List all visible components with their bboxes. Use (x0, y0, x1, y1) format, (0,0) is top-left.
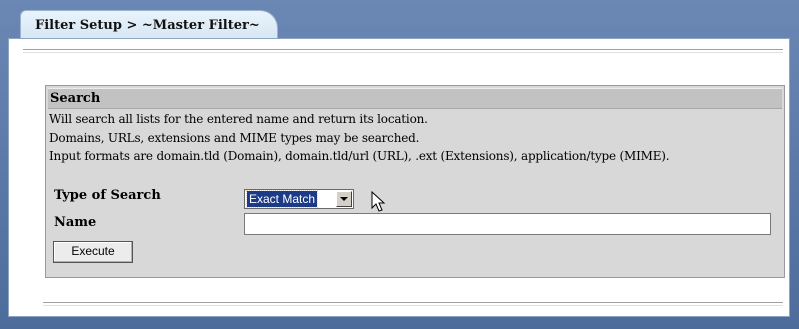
search-title: Search (50, 91, 101, 106)
search-description-line-2: Domains, URLs, extensions and MIME types… (49, 131, 420, 145)
search-header: Search (48, 88, 782, 109)
name-label: Name (54, 215, 97, 230)
execute-button[interactable]: Execute (53, 241, 133, 263)
mouse-pointer-icon (371, 191, 386, 212)
divider-top (23, 49, 783, 53)
chevron-down-icon[interactable] (336, 191, 352, 207)
search-section: Search Will search all lists for the ent… (45, 85, 785, 278)
search-description-line-1: Will search all lists for the entered na… (49, 112, 428, 126)
type-of-search-value: Exact Match (245, 190, 319, 208)
tab-filter-setup[interactable]: Filter Setup > ~Master Filter~ (20, 10, 278, 40)
search-description-line-3: Input formats are domain.tld (Domain), d… (49, 149, 670, 163)
divider-bottom (43, 302, 783, 306)
tab-label: Filter Setup > ~Master Filter~ (35, 18, 260, 33)
content-panel: Search Will search all lists for the ent… (8, 38, 790, 317)
type-of-search-select[interactable]: Exact Match (244, 189, 354, 209)
type-of-search-label: Type of Search (54, 188, 161, 203)
name-input[interactable] (244, 213, 771, 235)
